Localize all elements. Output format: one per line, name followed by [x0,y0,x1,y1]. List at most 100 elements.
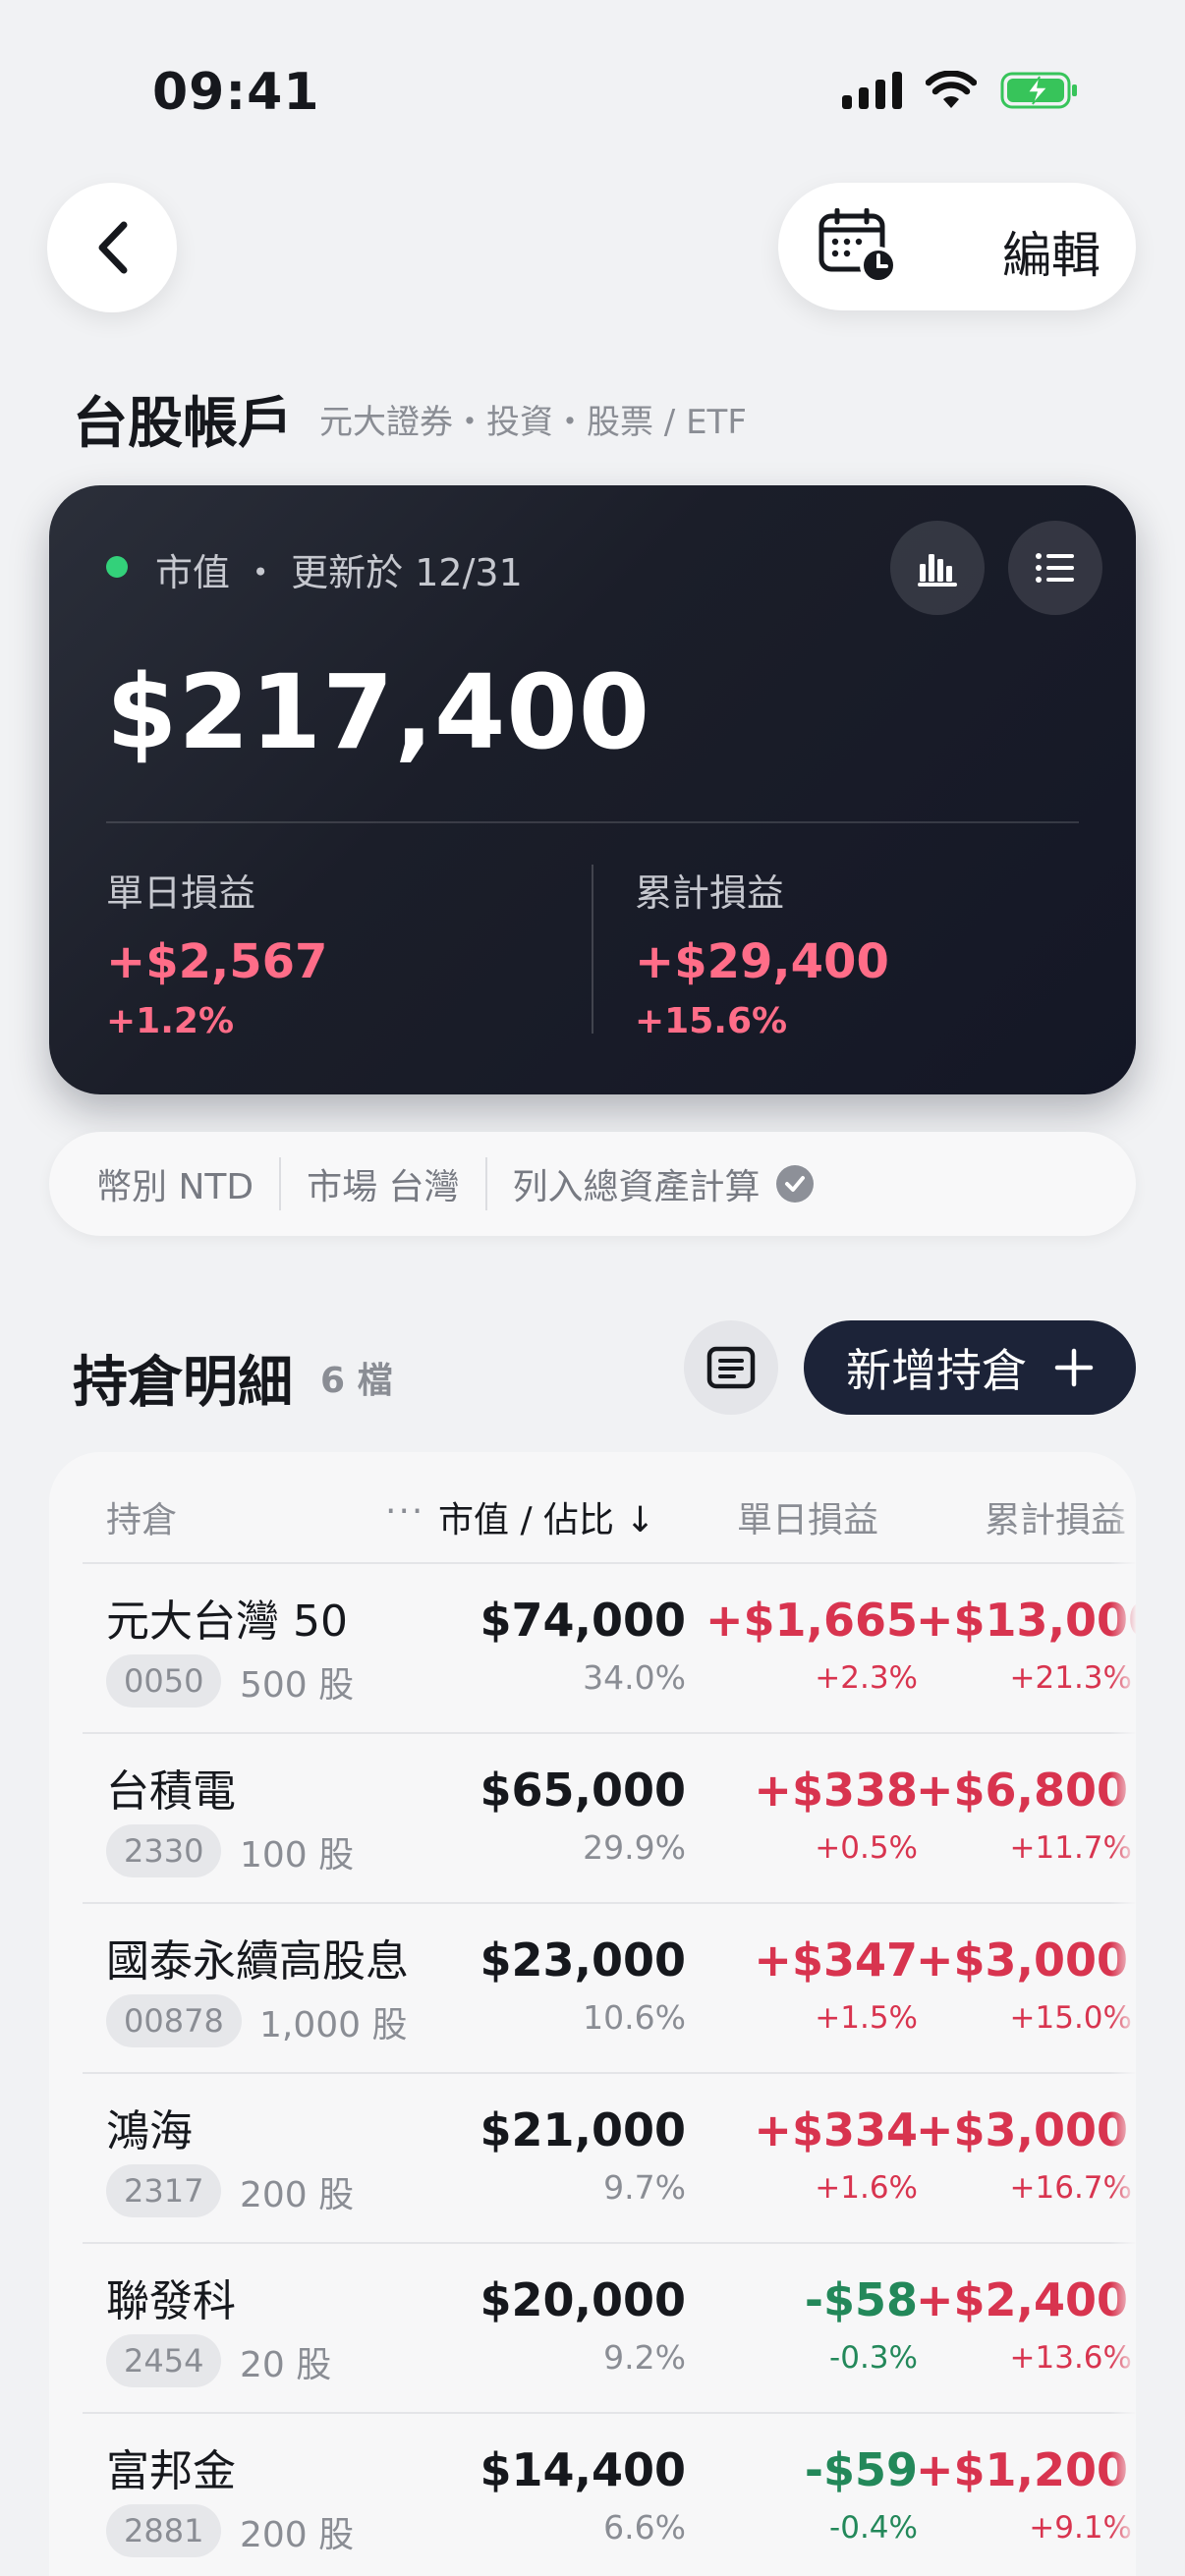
column-header-day-pl[interactable]: 單日損益 [737,1491,878,1542]
account-info-bar: 幣別 NTD 市場 台灣 列入總資產計算 [49,1132,1136,1236]
share-count: 100 股 [240,1835,355,1876]
note-icon [706,1346,756,1389]
holding-name: 台積電 [106,1766,236,1817]
add-holding-label: 新增持倉 [846,1344,1027,1397]
wifi-icon [926,71,977,108]
check-circle-icon [775,1165,814,1203]
stock-code-badge: 2881 [106,2504,222,2557]
info-divider [484,1157,487,1210]
day-pl: +$347 [754,1933,918,1987]
share-count: 500 股 [240,1665,355,1706]
cumulative-pl: +$13,000 [916,1594,1136,1647]
cumulative-pl: +$3,000 [916,1933,1129,1987]
card-divider [106,821,1079,823]
status-time: 09:41 [152,63,320,122]
column-header-market-value[interactable]: 市值 / 佔比 ↓ [438,1491,655,1542]
day-pl: +$338 [754,1764,918,1817]
table-row[interactable]: 鴻海 2317 200 股 $21,000 9.7% +$334 +1.6% +$3,000 +… [49,2074,1136,2244]
holding-name: 鴻海 [106,2106,193,2156]
market-value-meta: 市值 ・ 更新於 12/31 [155,551,523,594]
list-icon [1036,553,1074,583]
edit-button[interactable]: 編輯 [1002,216,1100,287]
total-market-value: $217,400 [106,652,651,772]
portfolio-ratio: 10.6% [583,1998,686,2037]
day-pl-value: +$2,567 [106,934,328,989]
bar-chart-icon [918,554,957,587]
cumulative-pl: +$1,200 [916,2443,1129,2496]
back-button[interactable] [47,183,177,312]
note-button[interactable] [684,1320,778,1415]
market-value-card: 市值 ・ 更新於 12/31 $217,400 單日損益 +$2,567 +1.… [49,485,1136,1094]
day-pl: +$1,665 [705,1594,918,1647]
table-row[interactable]: 聯發科 2454 20 股 $20,000 9.2% -$58 -0.3% +$2,400 +1… [49,2244,1136,2414]
column-header-cumulative-pl[interactable]: 累計損益 [985,1491,1126,1542]
day-pl-percent: -0.4% [829,2510,918,2546]
table-row[interactable]: 富邦金 2881 200 股 $14,400 6.6% -$59 -0.4% +$1,200 +… [49,2414,1136,2576]
holding-name: 富邦金 [106,2446,236,2496]
info-divider [279,1157,282,1210]
cumulative-pl: +$6,800 [916,1764,1129,1817]
day-pl-percent: +2.3% [815,1660,918,1696]
status-icons [842,71,1079,110]
live-status-dot [106,556,128,578]
stock-code-badge: 0050 [106,1654,222,1708]
portfolio-ratio: 9.2% [603,2338,686,2377]
portfolio-ratio: 9.7% [603,2168,686,2207]
day-pl: -$59 [804,2443,918,2496]
day-pl: -$58 [804,2273,918,2326]
account-subtitle: 元大證券・投資・股票 / ETF [319,403,747,442]
more-columns-button[interactable]: ··· [385,1491,424,1532]
holding-name: 國泰永續高股息 [106,1936,409,1987]
chevron-left-icon [98,221,128,274]
day-pl-percent: +1.5% [815,2000,918,2036]
holding-name: 聯發科 [106,2276,236,2326]
holdings-table: 持倉 ··· 市值 / 佔比 ↓ 單日損益 累計損益 元大台灣 50 0050 50… [49,1452,1136,2576]
share-count: 200 股 [240,2515,355,2555]
share-count: 1,000 股 [259,2005,408,2045]
portfolio-ratio: 29.9% [583,1828,686,1867]
share-count: 20 股 [240,2345,332,2385]
chart-button[interactable] [890,521,985,615]
battery-charging-icon [1000,72,1077,109]
include-in-total-toggle[interactable]: 列入總資產計算 [513,1158,814,1209]
day-pl-percent: -0.3% [829,2340,918,2376]
stock-code-badge: 2317 [106,2164,222,2217]
table-row[interactable]: 台積電 2330 100 股 $65,000 29.9% +$338 +0.5% +$6,80… [49,1734,1136,1904]
plus-icon [1054,1348,1094,1387]
include-in-total-label: 列入總資產計算 [512,1167,761,1207]
day-pl-block: 單日損益 +$2,567 +1.2% [106,863,327,1041]
holdings-title: 持倉明細 [73,1351,293,1415]
cellular-signal-icon [842,72,902,109]
market-value: $23,000 [480,1933,686,1987]
status-bar: 09:41 [0,0,1185,187]
account-title: 台股帳戶 [73,392,293,456]
cumulative-pl-value: +$29,400 [635,934,889,989]
portfolio-ratio: 6.6% [603,2508,686,2547]
cumulative-pl-block: 累計損益 +$29,400 +15.6% [635,863,889,1041]
day-pl-percent: +1.6% [815,2170,918,2206]
share-count: 200 股 [240,2175,355,2215]
stock-code-badge: 2454 [106,2334,222,2387]
holdings-count: 6 檔 [320,1361,393,1401]
cumulative-pl: +$3,000 [916,2103,1129,2156]
card-vertical-divider [592,865,593,1034]
calendar-clock-icon[interactable] [818,207,900,289]
market-value: $21,000 [480,2103,686,2156]
day-pl-percent: +1.2% [106,1001,235,1041]
day-pl-percent: +0.5% [815,1830,918,1866]
add-holding-button[interactable]: 新增持倉 [804,1320,1136,1415]
day-pl-label: 單日損益 [106,871,256,915]
stock-code-badge: 00878 [106,1994,242,2047]
column-header-holding: 持倉 [106,1500,178,1540]
cumulative-pl: +$2,400 [916,2273,1129,2326]
holding-name: 元大台灣 50 [106,1596,348,1647]
market-info: 市場 台灣 [307,1167,460,1207]
scroll-fade [1110,1452,1136,2576]
stock-code-badge: 2330 [106,1824,222,1877]
cumulative-pl-percent: +15.6% [635,1001,788,1041]
market-value: $14,400 [480,2443,686,2496]
table-row[interactable]: 元大台灣 50 0050 500 股 $74,000 34.0% +$1,665 +2.3%… [49,1564,1136,1734]
list-button[interactable] [1008,521,1102,615]
table-row[interactable]: 國泰永續高股息 00878 1,000 股 $23,000 10.6% +$347 +1.5… [49,1904,1136,2074]
top-actions: 編輯 [778,183,1136,310]
